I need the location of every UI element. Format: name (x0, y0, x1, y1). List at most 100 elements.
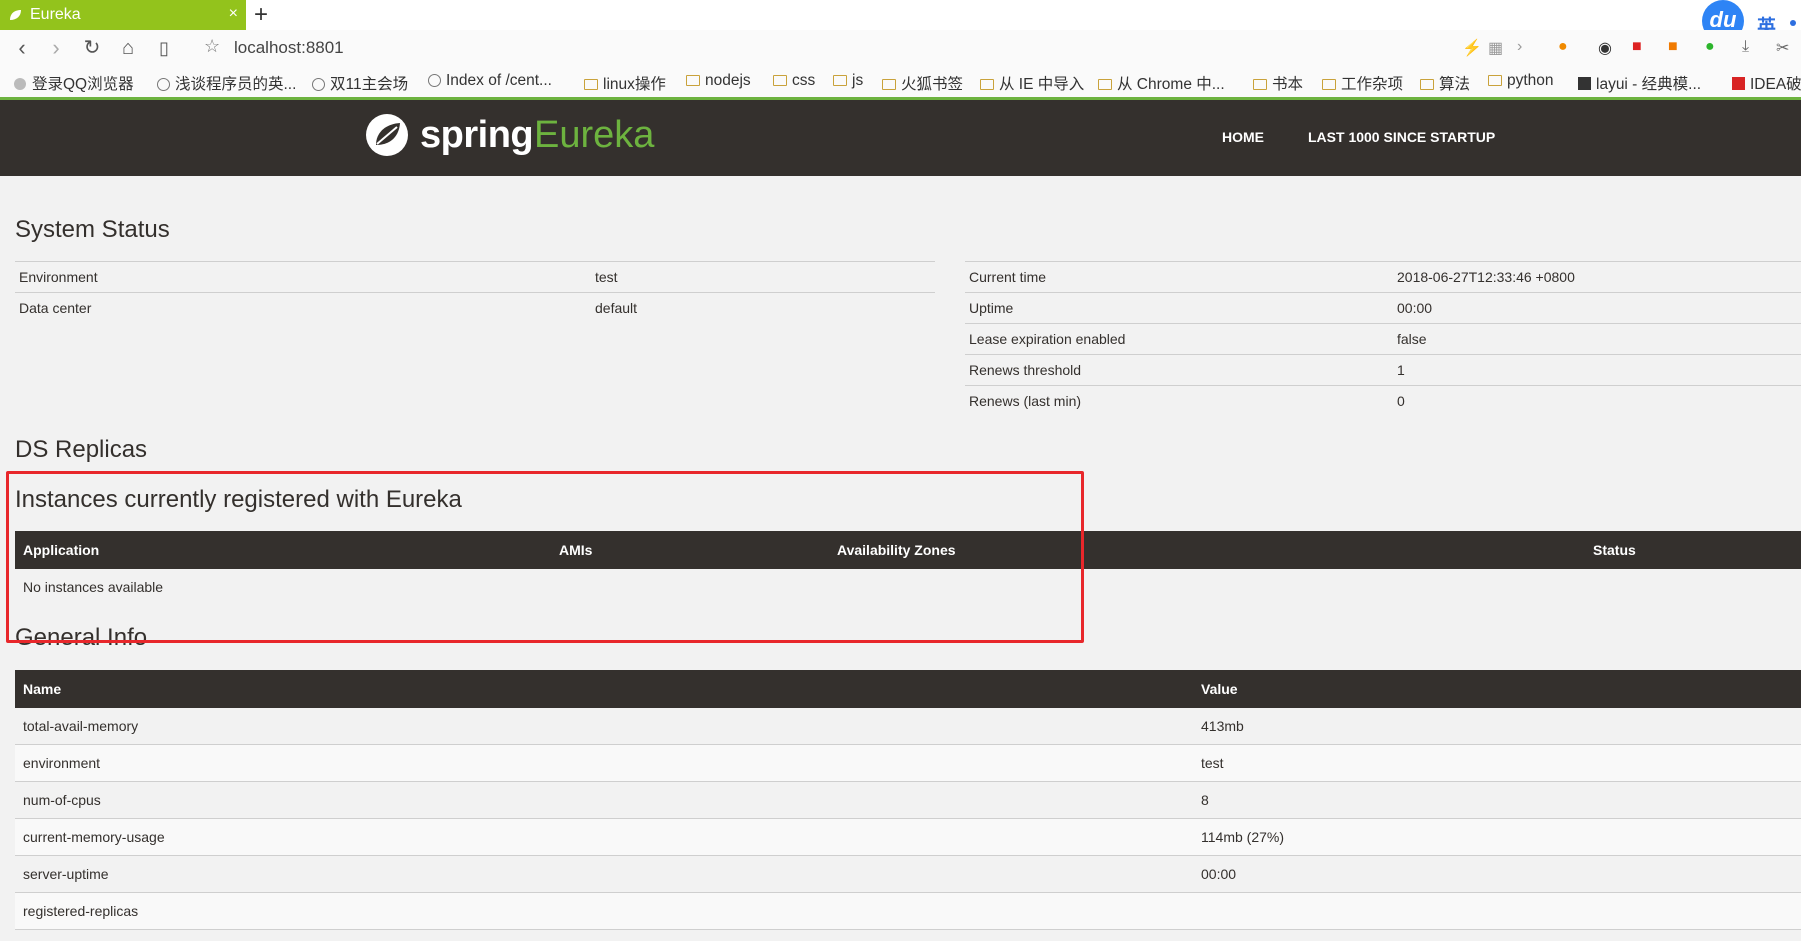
folder-icon (1322, 79, 1336, 90)
table-row: Renews threshold 1 (965, 354, 1801, 386)
folder-icon (773, 75, 787, 86)
system-status-title: System Status (15, 216, 170, 243)
folder-icon (980, 79, 994, 90)
status-label: Lease expiration enabled (965, 323, 1393, 355)
globe-icon (157, 78, 170, 91)
bookmark-item[interactable]: 登录QQ浏览器 (14, 72, 134, 94)
extension-g-icon[interactable]: ◉ (1598, 38, 1612, 58)
browser-tab-eureka[interactable]: Eureka × (0, 0, 246, 30)
bookmark-item[interactable]: Index of /cent... (428, 72, 552, 90)
bookmark-folder[interactable]: 工作杂项 (1322, 72, 1403, 94)
bookmark-item[interactable]: 浅谈程序员的英... (157, 72, 296, 94)
globe-icon (312, 78, 325, 91)
bookmark-folder[interactable]: js (833, 72, 863, 90)
status-label: Renews threshold (965, 354, 1393, 386)
info-value: 114mb (27%) (1193, 818, 1801, 856)
video-icon[interactable]: ■ (1668, 38, 1678, 56)
info-name: server-uptime (15, 855, 1193, 893)
bookmark-folder[interactable]: python (1488, 72, 1554, 90)
status-value: 2018-06-27T12:33:46 +0800 (1393, 261, 1801, 293)
info-value: 8 (1193, 781, 1801, 819)
nav-last-1000-link[interactable]: LAST 1000 SINCE STARTUP (1308, 129, 1495, 145)
browser-toolbar: ‹ › ↻ ⌂ ▯ ☆ localhost:8801 ⚡ ▦ › ● ◉ ■ ■… (0, 30, 1801, 67)
bookmark-folder[interactable]: css (773, 72, 815, 90)
ime-dot-icon (1790, 20, 1796, 26)
eureka-navbar: spring Eureka HOME LAST 1000 SINCE START… (0, 100, 1801, 176)
table-row: registered-replicas (15, 892, 1801, 930)
table-row: Uptime 00:00 (965, 292, 1801, 324)
spring-leaf-icon (10, 10, 21, 20)
reader-mode-icon[interactable]: ▯ (150, 34, 178, 62)
status-label: Current time (965, 261, 1393, 293)
ds-replicas-title: DS Replicas (15, 436, 148, 463)
cut-icon[interactable]: ✂ (1776, 38, 1789, 58)
folder-icon (1488, 75, 1502, 86)
status-label: Data center (15, 292, 591, 323)
table-row: current-memory-usage 114mb (27%) (15, 818, 1801, 856)
info-name: current-memory-usage (15, 818, 1193, 856)
game-icon[interactable]: ● (1558, 38, 1568, 56)
qr-code-icon[interactable]: ▦ (1488, 38, 1503, 58)
bookmark-folder[interactable]: 算法 (1420, 72, 1470, 94)
general-info-table: Name Value total-avail-memory 413mb envi… (15, 670, 1801, 930)
download-icon[interactable]: ⤓ (1742, 38, 1749, 56)
bookmark-folder[interactable]: 火狐书签 (882, 72, 963, 94)
status-value: test (591, 261, 935, 293)
bookmark-item[interactable]: layui - 经典模... (1578, 72, 1701, 94)
bookmark-folder[interactable]: 书本 (1253, 72, 1303, 94)
spring-logo-icon (366, 114, 408, 156)
folder-icon (833, 75, 847, 86)
info-name: num-of-cpus (15, 781, 1193, 819)
folder-icon (1253, 79, 1267, 90)
reload-icon[interactable]: ↻ (78, 34, 106, 62)
info-name: registered-replicas (15, 892, 1193, 930)
tab-close-icon[interactable]: × (229, 5, 238, 23)
nav-home-link[interactable]: HOME (1222, 129, 1264, 145)
status-label: Uptime (965, 292, 1393, 324)
folder-icon (882, 79, 896, 90)
info-value: test (1193, 744, 1801, 782)
bookmark-folder[interactable]: linux操作 (584, 72, 666, 94)
news-icon[interactable]: ■ (1632, 38, 1642, 56)
folder-icon (686, 75, 700, 86)
bookmark-folder[interactable]: 从 Chrome 中... (1098, 72, 1225, 94)
layui-icon (1578, 77, 1591, 90)
status-value: false (1393, 323, 1801, 355)
status-value: default (591, 292, 935, 323)
qq-icon (14, 78, 26, 90)
address-bar[interactable]: localhost:8801 (234, 38, 344, 58)
more-chevron-icon[interactable]: › (1517, 38, 1522, 56)
bookmark-folder[interactable]: 从 IE 中导入 (980, 72, 1084, 94)
folder-icon (1098, 79, 1112, 90)
browser-tab-bar: Eureka × + du 英 (0, 0, 1801, 42)
table-row: Data center default (15, 292, 935, 323)
table-row: Current time 2018-06-27T12:33:46 +0800 (965, 261, 1801, 293)
lightning-icon[interactable]: ⚡ (1462, 38, 1482, 58)
info-value: 00:00 (1193, 855, 1801, 893)
forward-icon[interactable]: › (42, 34, 70, 62)
back-icon[interactable]: ‹ (8, 34, 36, 62)
wechat-icon[interactable]: ● (1705, 38, 1715, 56)
bookmark-folder[interactable]: nodejs (686, 72, 751, 90)
info-name: environment (15, 744, 1193, 782)
logo-spring-text: spring (420, 114, 534, 156)
status-value: 1 (1393, 354, 1801, 386)
table-row: environment test (15, 744, 1801, 782)
system-status-right-table: Current time 2018-06-27T12:33:46 +0800 U… (965, 261, 1801, 416)
bookmark-item[interactable]: IDEA破 (1732, 72, 1801, 94)
column-header-value: Value (1193, 670, 1801, 708)
bookmark-star-icon[interactable]: ☆ (204, 36, 220, 57)
home-icon[interactable]: ⌂ (114, 34, 142, 62)
column-header-status: Status (1585, 531, 1801, 569)
table-row: num-of-cpus 8 (15, 781, 1801, 819)
info-name: total-avail-memory (15, 708, 1193, 745)
new-tab-button[interactable]: + (254, 1, 268, 29)
table-header-row: Name Value (15, 670, 1801, 708)
logo-eureka-text: Eureka (534, 114, 655, 156)
folder-icon (1420, 79, 1434, 90)
bookmark-item[interactable]: 双11主会场 (312, 72, 408, 94)
table-row: server-uptime 00:00 (15, 855, 1801, 893)
status-value: 00:00 (1393, 292, 1801, 324)
column-header-name: Name (15, 670, 1193, 708)
status-value: 0 (1393, 385, 1801, 416)
